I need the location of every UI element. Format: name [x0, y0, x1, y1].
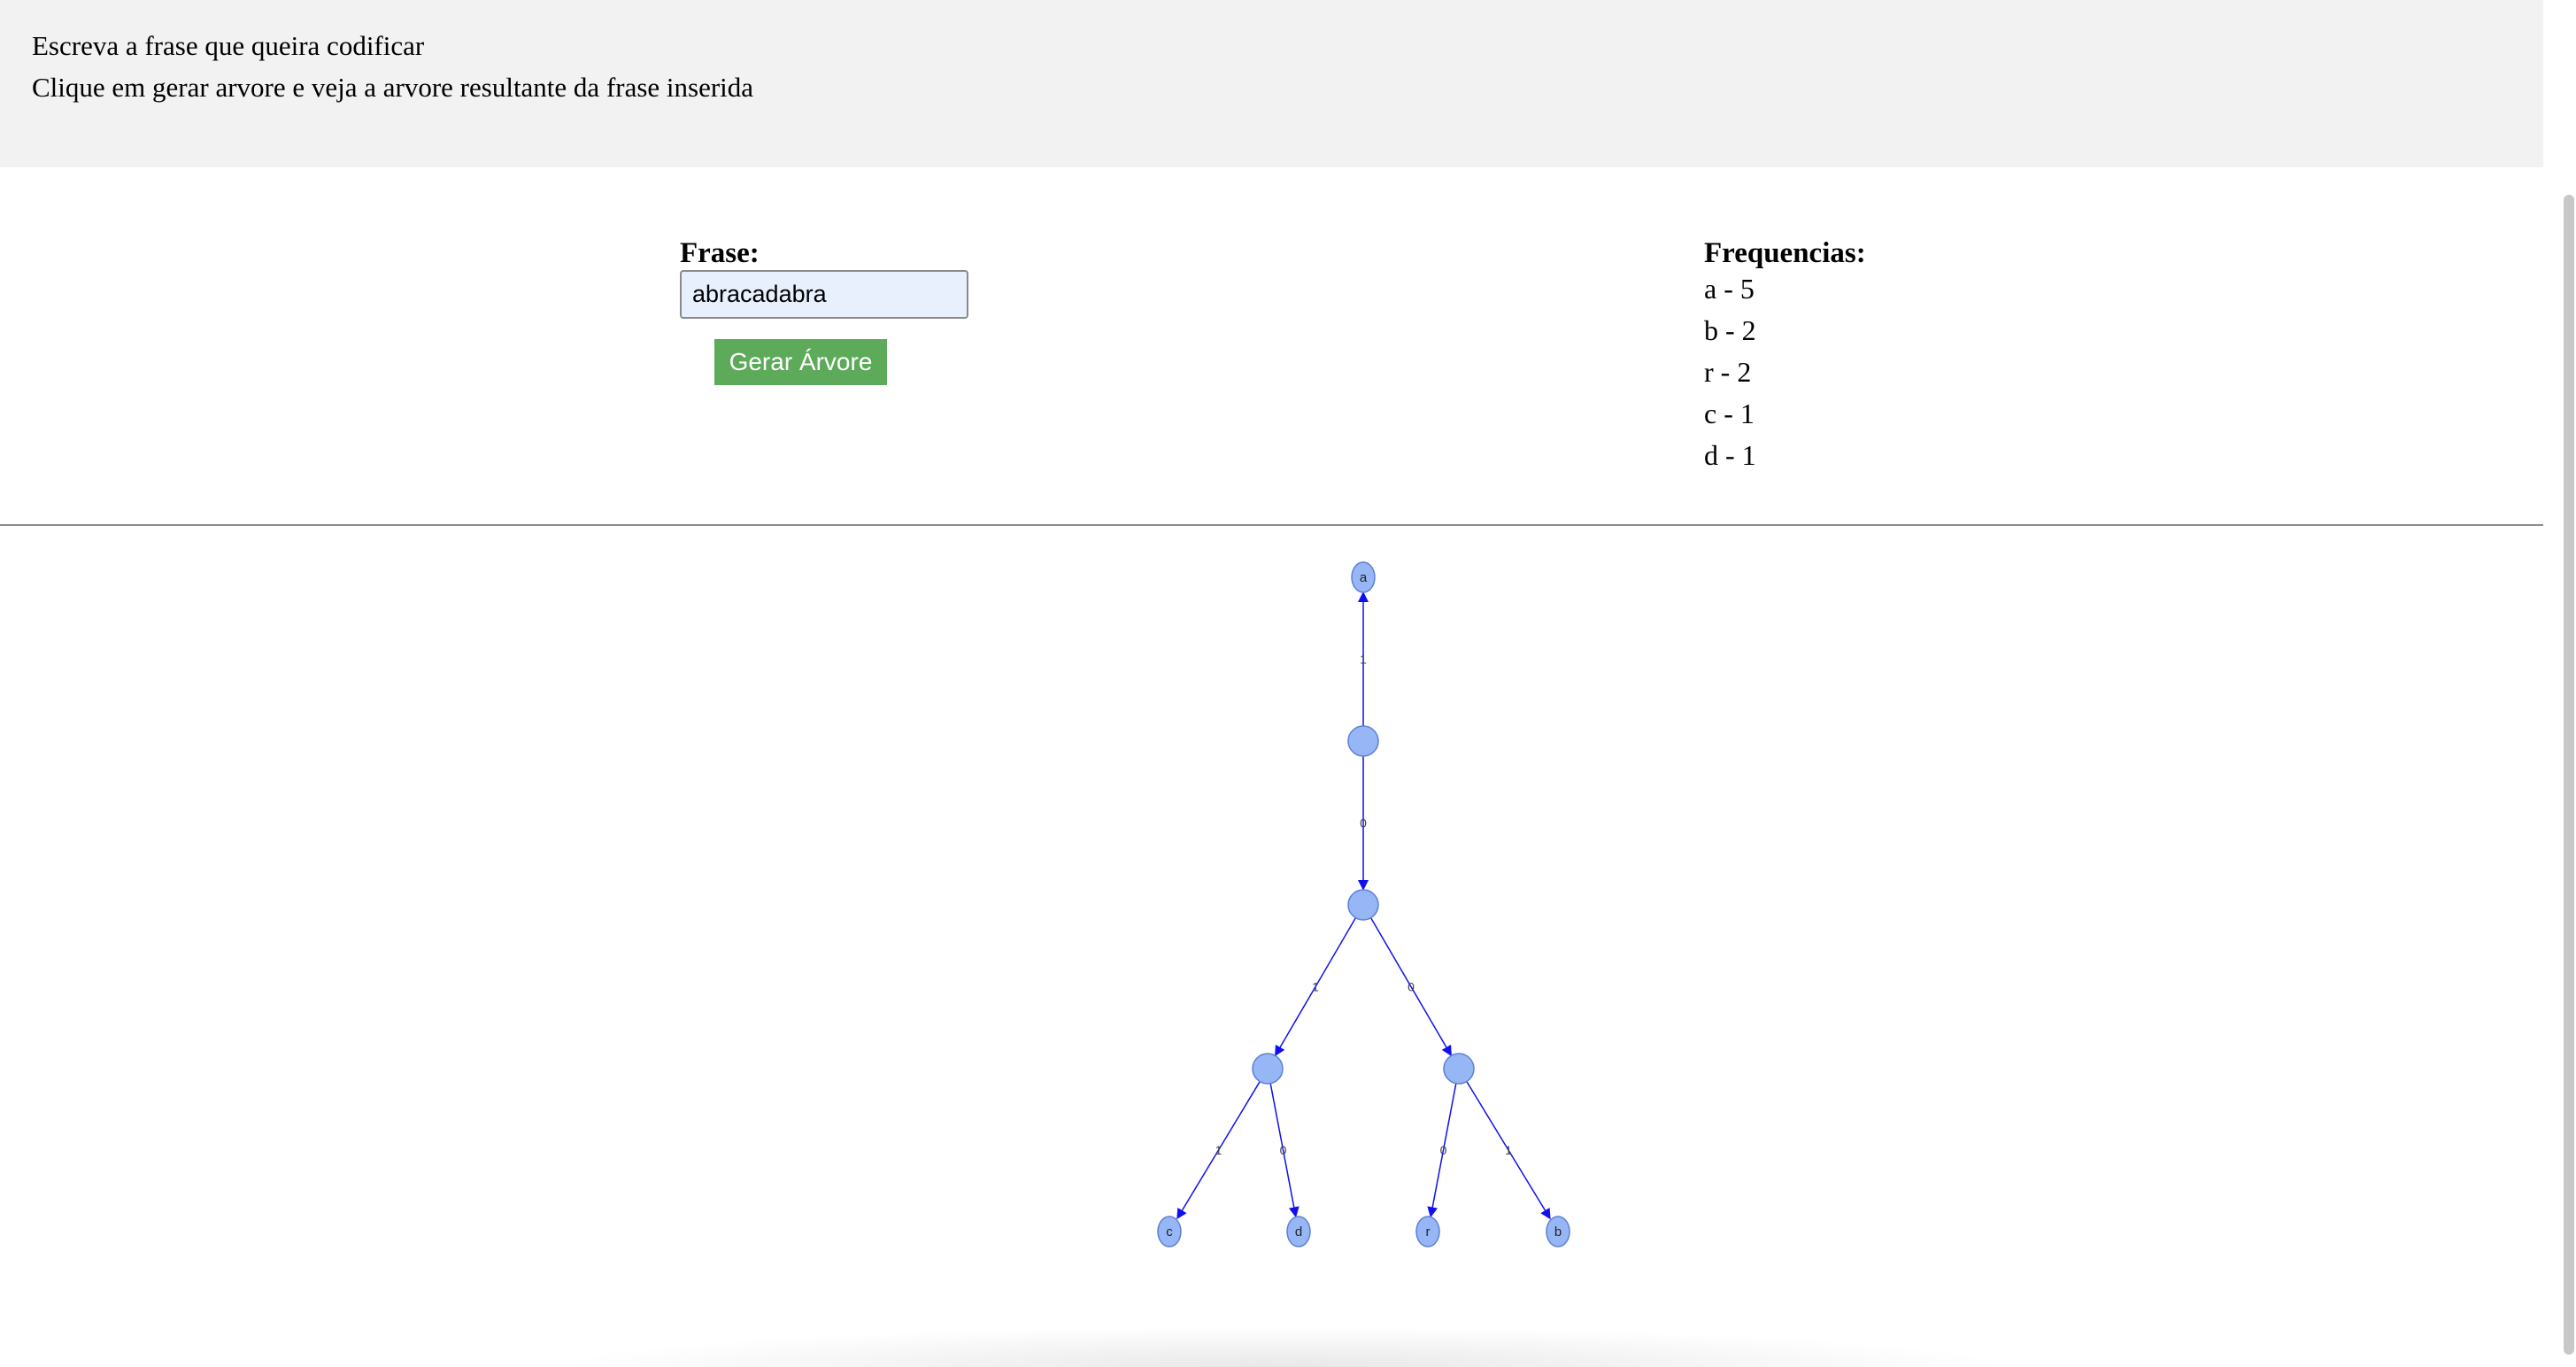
- tree-leaf-node[interactable]: c: [1157, 1216, 1182, 1247]
- tree-internal-node[interactable]: [1443, 1053, 1475, 1085]
- frequency-item: d - 1: [1704, 439, 1756, 471]
- instructions-header: Escreva a frase que queira codificar Cli…: [0, 0, 2543, 167]
- tree-leaf-node[interactable]: d: [1286, 1216, 1311, 1247]
- tree-node-label: r: [1426, 1224, 1431, 1240]
- tree-leaf-node[interactable]: r: [1415, 1216, 1440, 1247]
- tree-leaf-node[interactable]: a: [1351, 561, 1376, 593]
- bottom-shadow: [549, 1326, 2018, 1367]
- phrase-label: Frase:: [680, 237, 760, 269]
- tree-edge-label: 0: [1280, 1143, 1287, 1157]
- tree-node-label: d: [1295, 1224, 1302, 1240]
- tree-internal-node[interactable]: [1252, 1053, 1284, 1085]
- frequency-item: a - 5: [1704, 273, 1755, 305]
- frequency-item: r - 2: [1704, 356, 1752, 388]
- phrase-input[interactable]: [680, 270, 968, 319]
- generate-tree-button[interactable]: Gerar Árvore: [714, 339, 887, 385]
- tree-edge-label: 1: [1312, 980, 1319, 994]
- frequencies-title: Frequencias:: [1704, 237, 1866, 269]
- tree-edge-label: 0: [1408, 980, 1415, 994]
- frequency-item: c - 1: [1704, 398, 1755, 429]
- frequencies-list: a - 5 b - 2 r - 2 c - 1 d - 1: [1704, 268, 1756, 476]
- tree-edge-label: 0: [1360, 816, 1367, 830]
- tree-leaf-node[interactable]: b: [1546, 1216, 1570, 1247]
- tree-internal-node[interactable]: [1347, 725, 1379, 757]
- tree-edge-label: 1: [1215, 1143, 1222, 1157]
- scrollbar-thumb[interactable]: [2564, 195, 2574, 1355]
- tree-node-label: a: [1360, 570, 1368, 585]
- tree-node-label: b: [1554, 1224, 1562, 1240]
- tree-edge-label: 0: [1440, 1143, 1447, 1157]
- instruction-line-1: Escreva a frase que queira codificar: [32, 30, 425, 61]
- tree-edge-label: 1: [1505, 1143, 1512, 1157]
- huffman-tree-graph[interactable]: 1 0 1 0 1 0 0 1 a c d r b: [0, 526, 2543, 1367]
- instruction-line-2: Clique em gerar arvore e veja a arvore r…: [32, 72, 754, 103]
- tree-internal-node[interactable]: [1347, 889, 1379, 921]
- frequency-item: b - 2: [1704, 314, 1756, 346]
- tree-edge-label: 1: [1360, 653, 1367, 667]
- tree-node-label: c: [1166, 1224, 1173, 1240]
